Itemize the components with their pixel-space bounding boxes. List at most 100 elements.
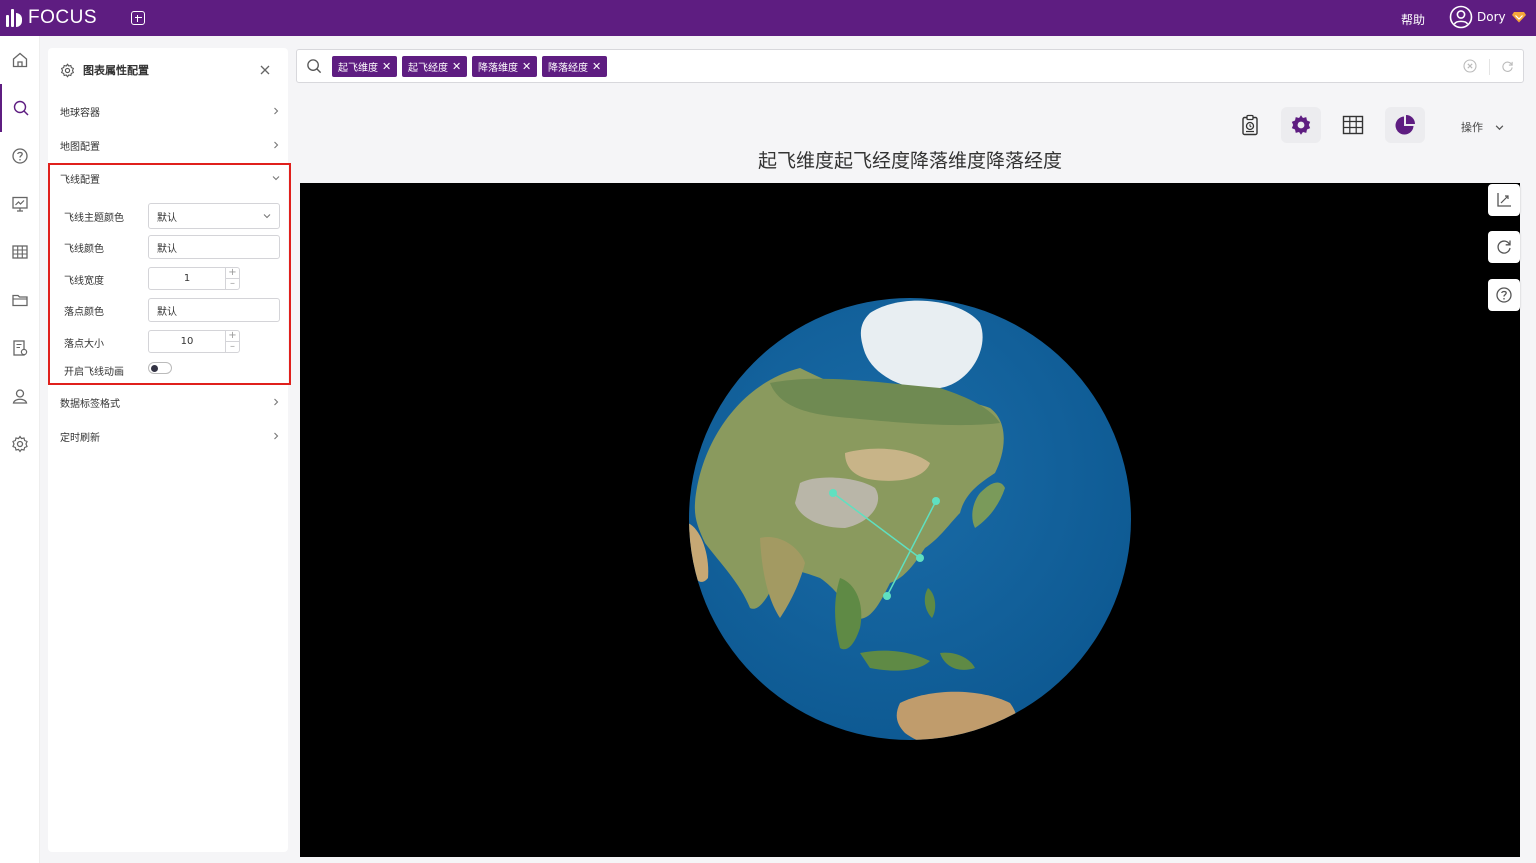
dashboard-icon: [12, 196, 28, 212]
avatar-icon: [1449, 5, 1473, 29]
flight-line-width-stepper[interactable]: 1 + –: [148, 267, 240, 290]
chart-settings-button[interactable]: [1281, 107, 1321, 143]
stepper-buttons: + –: [225, 267, 239, 290]
chevron-right-icon: [274, 107, 279, 115]
pie-chart-icon: [1395, 115, 1415, 135]
field-value: 默认: [157, 306, 177, 318]
globe-chart[interactable]: [300, 183, 1520, 857]
panel-header: 图表属性配置: [60, 62, 149, 78]
flight-line-color-label: 飞线颜色: [64, 244, 104, 255]
axis-tool-button[interactable]: [1488, 184, 1520, 216]
gear-icon: [12, 435, 28, 453]
table-icon: [12, 245, 28, 259]
question-icon: [1496, 287, 1512, 303]
section-timed-refresh[interactable]: 定时刷新: [60, 426, 280, 446]
help-link[interactable]: 帮助: [1401, 11, 1425, 28]
section-data-label-format[interactable]: 数据标签格式: [60, 392, 280, 412]
table-icon: [1342, 115, 1364, 135]
search-chip[interactable]: 降落维度 ✕: [472, 56, 538, 77]
decrement-button[interactable]: –: [226, 341, 239, 353]
user-menu[interactable]: Dory: [1449, 5, 1526, 29]
globe-svg[interactable]: [300, 183, 1520, 857]
add-tab-icon[interactable]: [131, 11, 145, 25]
flight-point[interactable]: [883, 592, 891, 600]
search-bar[interactable]: 起飞维度 ✕ 起飞经度 ✕ 降落维度 ✕ 降落经度 ✕: [296, 49, 1524, 83]
home-icon: [12, 52, 28, 68]
user-icon: [12, 389, 28, 404]
increment-button[interactable]: +: [226, 330, 239, 342]
animation-toggle[interactable]: [148, 362, 172, 374]
section-map-config[interactable]: 地图配置: [60, 135, 280, 155]
close-icon[interactable]: [260, 65, 270, 75]
vip-diamond-icon: [1511, 12, 1526, 23]
section-label: 飞线配置: [60, 174, 100, 186]
chart-type-button[interactable]: [1385, 107, 1425, 143]
search-icon: [13, 100, 29, 116]
chip-label: 起飞维度: [338, 63, 378, 74]
chip-remove-icon[interactable]: ✕: [522, 60, 531, 73]
select-value: 默认: [157, 212, 177, 224]
flight-line-width-label: 飞线宽度: [64, 276, 104, 287]
chevron-down-icon: [1495, 124, 1504, 130]
chip-label: 降落经度: [548, 63, 588, 74]
reset-button[interactable]: [1488, 231, 1520, 263]
axis-icon: [1497, 193, 1511, 207]
gear-icon: [60, 62, 75, 78]
flight-point[interactable]: [932, 497, 940, 505]
search-chip[interactable]: 起飞维度 ✕: [332, 56, 398, 77]
top-bar: FOCUS 帮助 Dory: [0, 0, 1536, 36]
clear-icon[interactable]: [1463, 59, 1477, 73]
chart-help-button[interactable]: [1488, 279, 1520, 311]
decrement-button[interactable]: –: [226, 278, 239, 290]
nav-search[interactable]: [0, 84, 40, 132]
nav-data-manage[interactable]: [0, 324, 40, 372]
section-flight-config[interactable]: 飞线配置: [60, 168, 280, 188]
nav-home[interactable]: [0, 36, 40, 84]
nav-help[interactable]: [0, 132, 40, 180]
question-icon: [12, 148, 28, 164]
user-name: Dory: [1477, 10, 1506, 24]
chip-remove-icon[interactable]: ✕: [592, 60, 601, 73]
search-chip[interactable]: 降落经度 ✕: [542, 56, 608, 77]
chevron-down-icon: [263, 214, 271, 219]
refresh-icon: [1497, 240, 1511, 254]
chevron-right-icon: [274, 141, 279, 149]
operations-label: 操作: [1461, 121, 1483, 134]
toggle-knob: [151, 364, 158, 372]
flight-point[interactable]: [916, 554, 924, 562]
save-to-clipboard-button[interactable]: [1230, 107, 1270, 143]
section-label: 地图配置: [60, 141, 100, 153]
logo-text: FOCUS: [28, 7, 97, 28]
nav-settings[interactable]: [0, 420, 40, 468]
chevron-right-icon: [274, 432, 279, 440]
chip-remove-icon[interactable]: ✕: [382, 60, 391, 73]
nav-folder[interactable]: [0, 276, 40, 324]
chevron-right-icon: [274, 398, 279, 406]
point-color-field[interactable]: 默认: [148, 298, 280, 322]
point-size-stepper[interactable]: 10 + –: [148, 330, 240, 353]
increment-button[interactable]: +: [226, 267, 239, 279]
table-view-button[interactable]: [1333, 107, 1373, 143]
point-color-label: 落点颜色: [64, 307, 104, 318]
animation-label: 开启飞线动画: [64, 367, 124, 378]
refresh-icon[interactable]: [1501, 60, 1514, 73]
point-size-label: 落点大小: [64, 339, 104, 350]
folder-icon: [12, 294, 28, 307]
section-label: 数据标签格式: [60, 398, 120, 410]
app-logo[interactable]: FOCUS: [6, 7, 97, 29]
chevron-down-icon: [272, 176, 280, 181]
nav-dashboard[interactable]: [0, 180, 40, 228]
nav-user[interactable]: [0, 372, 40, 420]
chip-remove-icon[interactable]: ✕: [452, 60, 461, 73]
section-globe-container[interactable]: 地球容器: [60, 101, 280, 121]
search-chip[interactable]: 起飞经度 ✕: [402, 56, 468, 77]
flight-theme-color-select[interactable]: 默认: [148, 203, 280, 229]
chip-label: 起飞经度: [408, 63, 448, 74]
chart-title: 起飞维度起飞经度降落维度降落经度: [757, 150, 1062, 172]
divider: [1489, 59, 1490, 75]
flight-line-color-field[interactable]: 默认: [148, 235, 280, 259]
operations-menu[interactable]: 操作: [1461, 119, 1504, 135]
chip-label: 降落维度: [478, 63, 518, 74]
flight-point[interactable]: [829, 489, 837, 497]
nav-table[interactable]: [0, 228, 40, 276]
